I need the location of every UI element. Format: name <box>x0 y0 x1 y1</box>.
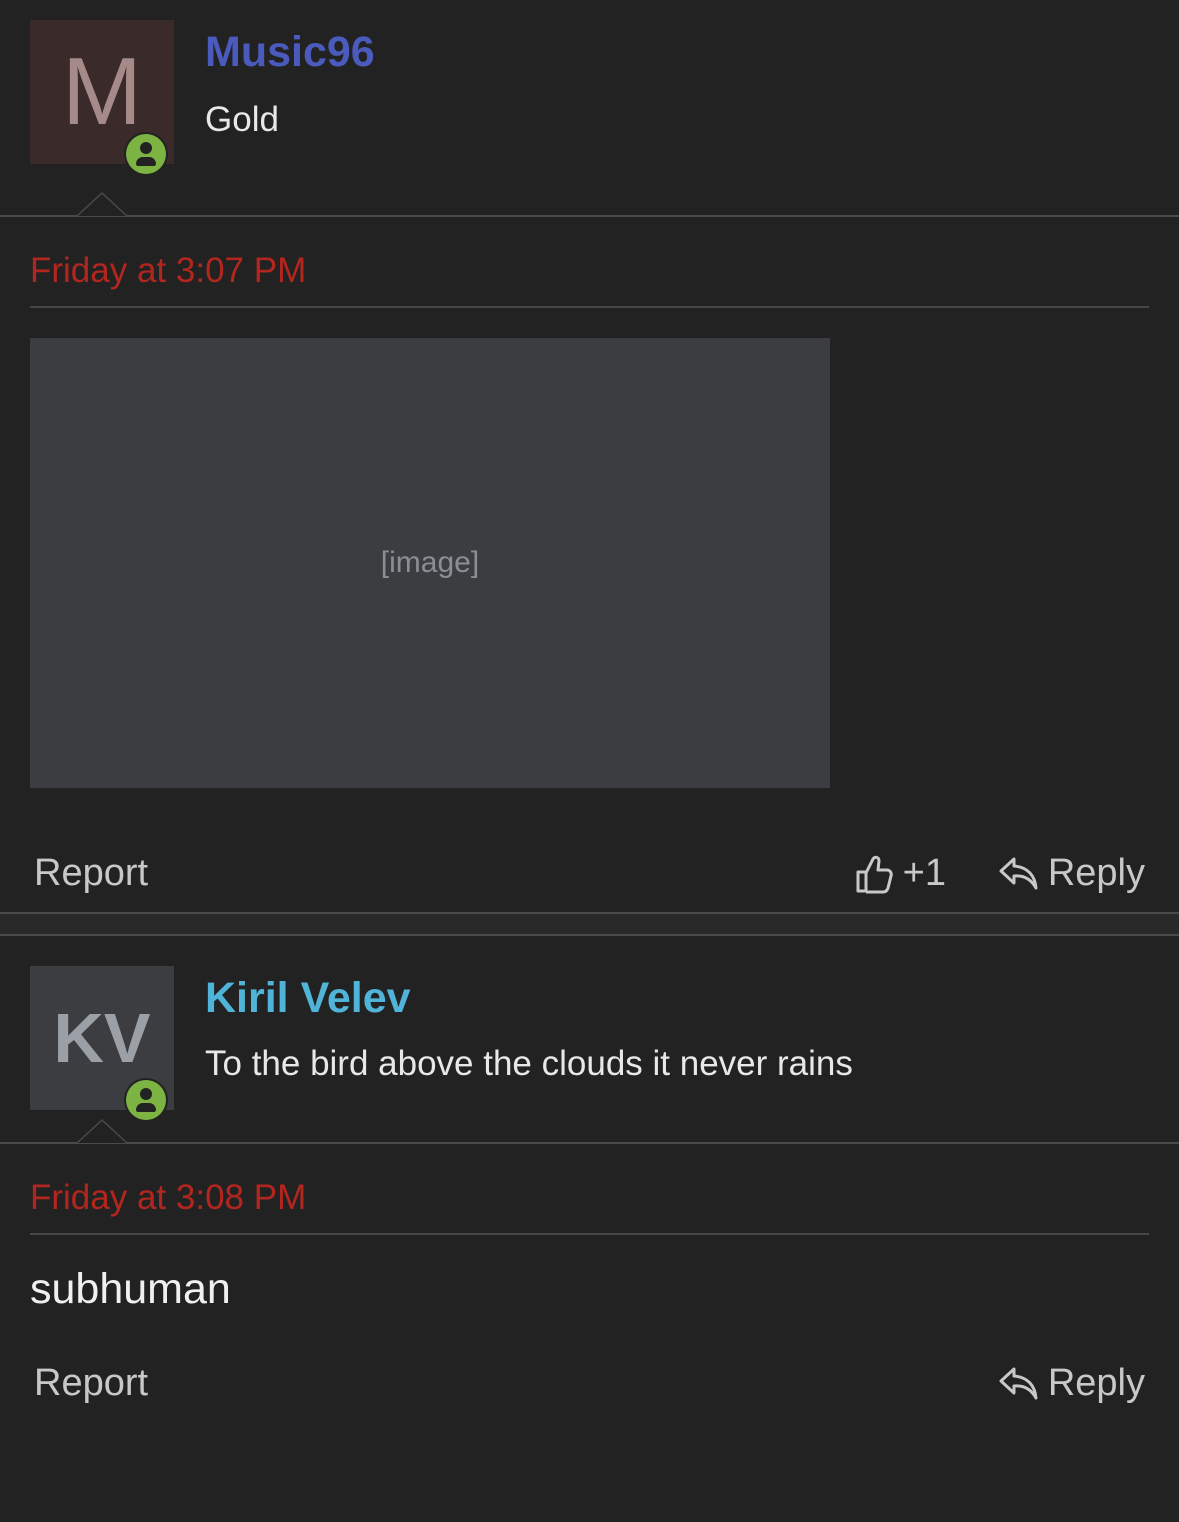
post-image-placeholder: [image] <box>30 338 830 788</box>
post-actions: Report Reply <box>0 1342 1179 1422</box>
post-header: KV Kiril Velev To the bird above the clo… <box>0 936 1179 1144</box>
user-title: To the bird above the clouds it never ra… <box>205 1044 853 1083</box>
user-title: Gold <box>205 100 279 139</box>
avatar[interactable]: M <box>30 20 174 176</box>
post-timestamp[interactable]: Friday at 3:08 PM <box>30 1144 1149 1235</box>
header-notch <box>76 1119 128 1143</box>
like-button[interactable]: +1 <box>855 852 946 895</box>
reply-icon <box>998 1366 1040 1402</box>
post: KV Kiril Velev To the bird above the clo… <box>0 936 1179 1422</box>
reply-label: Reply <box>1047 852 1145 894</box>
username[interactable]: Kiril Velev <box>205 974 411 1023</box>
avatar[interactable]: KV <box>30 966 174 1122</box>
thumbs-up-icon <box>855 854 893 894</box>
header-notch <box>76 192 128 216</box>
divider <box>0 215 1179 217</box>
like-count: +1 <box>902 852 946 894</box>
report-button[interactable]: Report <box>34 852 148 895</box>
username[interactable]: Music96 <box>205 28 375 77</box>
divider <box>0 1142 1179 1144</box>
post-gap <box>0 914 1179 936</box>
post-header: M Music96 Gold <box>0 0 1179 217</box>
reply-label: Reply <box>1047 1362 1145 1404</box>
post: M Music96 Gold Friday at 3:07 PM [image]… <box>0 0 1179 912</box>
report-button[interactable]: Report <box>34 1362 148 1405</box>
reply-button[interactable]: Reply <box>998 852 1145 895</box>
post-text: subhuman <box>30 1265 231 1313</box>
reply-icon <box>998 856 1040 892</box>
reply-button[interactable]: Reply <box>998 1362 1145 1405</box>
online-status-icon <box>124 1078 168 1122</box>
online-status-icon <box>124 132 168 176</box>
post-actions: Report +1 Reply <box>0 832 1179 912</box>
post-timestamp[interactable]: Friday at 3:07 PM <box>30 217 1149 308</box>
